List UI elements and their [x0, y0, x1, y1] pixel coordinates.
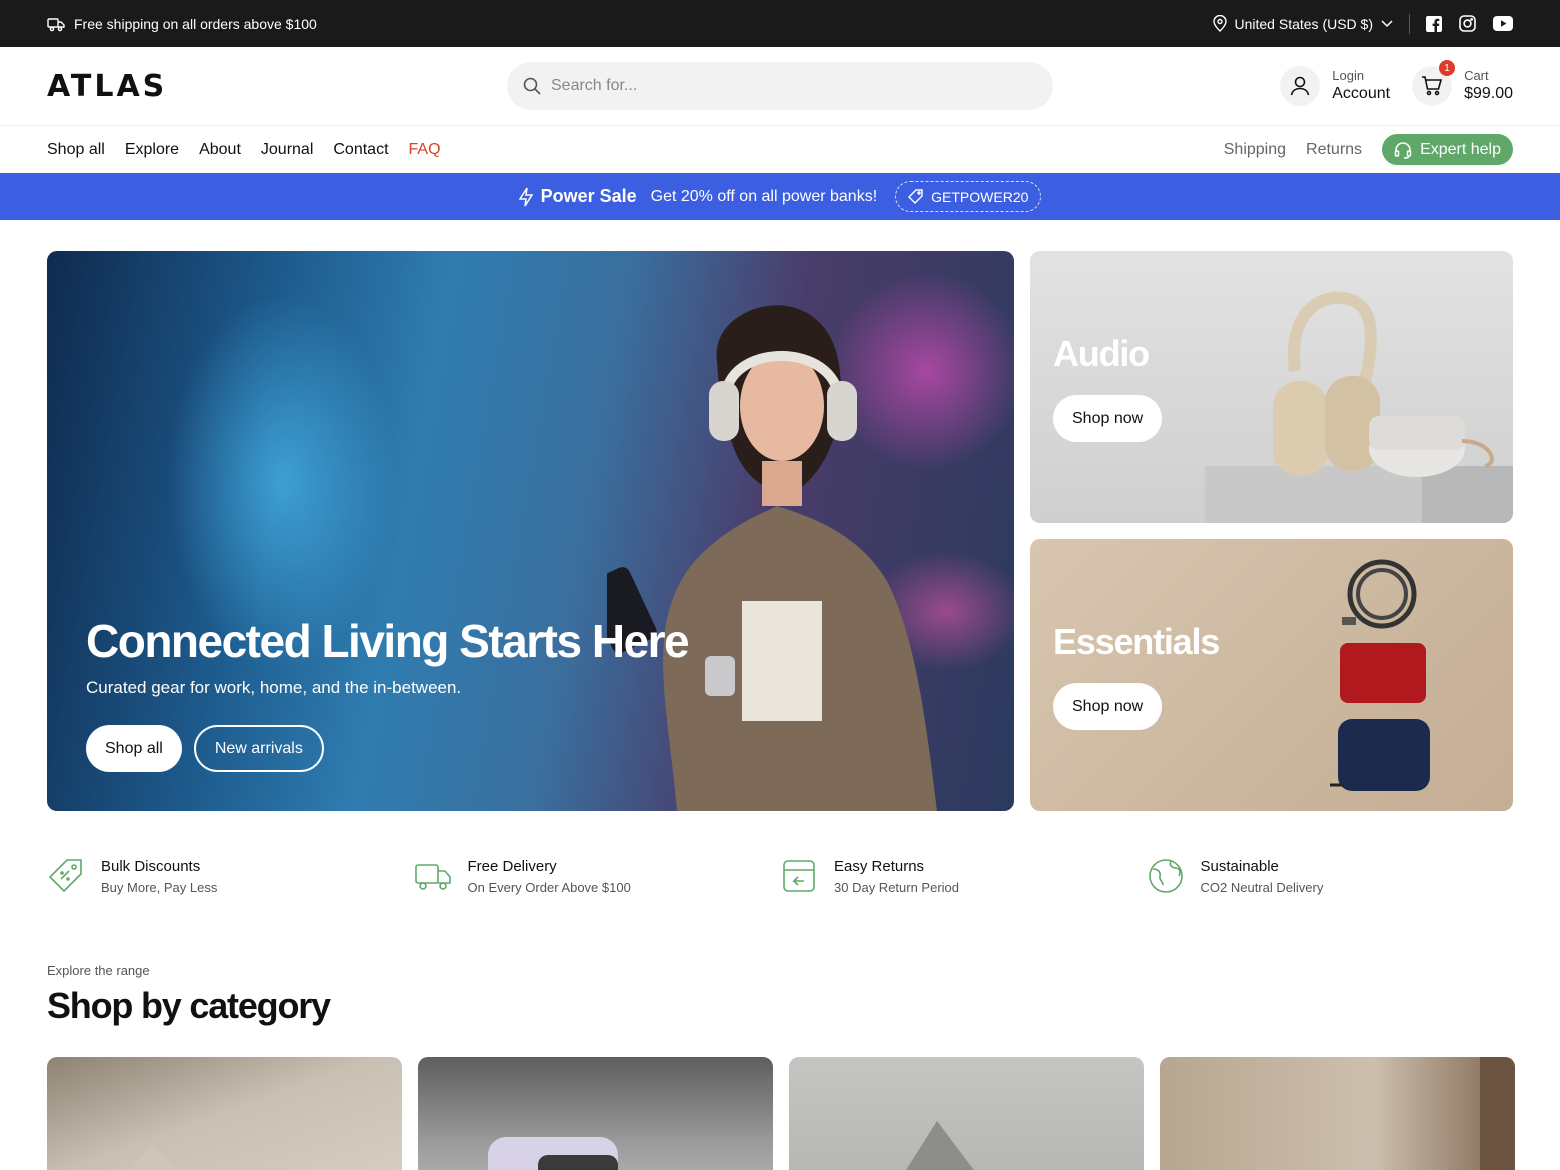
audio-title: Audio — [1053, 333, 1150, 374]
announcement-bar: Free shipping on all orders above $100 U… — [0, 0, 1560, 47]
tag-icon — [47, 857, 85, 895]
shipping-notice: Free shipping on all orders above $100 — [47, 16, 317, 32]
cart-icon: 1 — [1412, 60, 1456, 106]
main-nav: Shop all Explore About Journal Contact F… — [0, 126, 1560, 173]
section-eyebrow: Explore the range — [47, 963, 150, 978]
category-image — [1480, 1057, 1515, 1170]
globe-icon — [1147, 857, 1185, 895]
nav-journal[interactable]: Journal — [261, 141, 313, 159]
feature-free-delivery: Free Delivery On Every Order Above $100 — [414, 857, 781, 899]
category-card[interactable] — [789, 1057, 1144, 1170]
facebook-icon[interactable] — [1426, 15, 1442, 32]
audio-tile[interactable]: Audio Shop now — [1030, 251, 1513, 523]
essentials-shop-now-button[interactable]: Shop now — [1053, 683, 1163, 730]
category-card[interactable] — [47, 1057, 402, 1170]
logo[interactable]: ATLAS — [47, 69, 247, 104]
youtube-icon[interactable] — [1493, 16, 1513, 31]
category-card[interactable] — [418, 1057, 773, 1170]
feature-sub: CO2 Neutral Delivery — [1200, 880, 1324, 895]
audio-image — [1205, 291, 1513, 523]
account-small-label: Login — [1332, 68, 1365, 83]
feature-title: Easy Returns — [834, 858, 925, 875]
hero-title: Connected Living Starts Here — [86, 615, 690, 667]
coupon-code-text: GETPOWER20 — [931, 188, 1029, 205]
shipping-text: Free shipping on all orders above $100 — [74, 15, 317, 32]
feature-title: Free Delivery — [467, 858, 557, 875]
feature-bulk-discounts: Bulk Discounts Buy More, Pay Less — [47, 857, 414, 899]
nav-about[interactable]: About — [199, 141, 241, 159]
account-label: Account — [1332, 85, 1391, 102]
hero-subtitle: Curated gear for work, home, and the in-… — [86, 678, 462, 697]
essentials-tile[interactable]: Essentials Shop now — [1030, 539, 1513, 811]
region-selector[interactable]: United States (USD $) — [1212, 13, 1410, 34]
search-icon — [523, 77, 541, 95]
feature-title: Sustainable — [1200, 858, 1279, 875]
cart-total: $99.00 — [1464, 85, 1513, 102]
expert-help-button[interactable]: Expert help — [1382, 134, 1513, 165]
category-card[interactable] — [1160, 1057, 1515, 1170]
lightning-icon — [518, 187, 533, 207]
truck-icon — [414, 857, 452, 895]
section-title: Shop by category — [47, 985, 331, 1026]
coupon-code[interactable]: GETPOWER20 — [895, 181, 1042, 212]
feature-easy-returns: Easy Returns 30 Day Return Period — [780, 857, 1147, 899]
feature-sub: Buy More, Pay Less — [101, 880, 218, 895]
truck-icon — [47, 16, 65, 32]
hero-shop-all-button[interactable]: Shop all — [86, 725, 182, 772]
search-bar[interactable] — [507, 62, 1053, 110]
return-box-icon — [780, 857, 818, 895]
feature-sub: 30 Day Return Period — [834, 880, 960, 895]
cart-count-badge: 1 — [1439, 60, 1456, 76]
nav-contact[interactable]: Contact — [333, 141, 388, 159]
hero-image — [607, 305, 937, 811]
essentials-image — [1330, 559, 1430, 791]
essentials-title: Essentials — [1053, 621, 1220, 662]
instagram-icon[interactable] — [1459, 15, 1476, 32]
nav-explore[interactable]: Explore — [125, 141, 179, 159]
location-pin-icon — [1212, 15, 1227, 32]
audio-shop-now-button[interactable]: Shop now — [1053, 395, 1163, 442]
tag-icon — [908, 189, 923, 204]
feature-sustainable: Sustainable CO2 Neutral Delivery — [1147, 857, 1514, 899]
category-image — [130, 1145, 179, 1170]
user-icon — [1280, 66, 1321, 106]
site-header: ATLAS Login Account 1 Cart $99.00 — [0, 47, 1560, 126]
nav-faq[interactable]: FAQ — [409, 141, 441, 159]
category-image — [906, 1121, 974, 1170]
promo-title: Power Sale — [540, 186, 637, 206]
feature-strip: Bulk Discounts Buy More, Pay Less Free D… — [47, 857, 1513, 899]
headset-icon — [1394, 141, 1412, 159]
account-link[interactable]: Login Account — [1280, 66, 1390, 106]
expert-help-label: Expert help — [1420, 140, 1501, 158]
feature-sub: On Every Order Above $100 — [467, 880, 631, 895]
promo-text: Get 20% off on all power banks! — [650, 187, 878, 205]
feature-title: Bulk Discounts — [101, 858, 201, 875]
category-grid — [47, 1057, 1515, 1170]
nav-shipping[interactable]: Shipping — [1224, 141, 1286, 159]
chevron-down-icon — [1381, 19, 1393, 28]
category-image — [488, 1137, 618, 1170]
hero-banner[interactable]: Connected Living Starts Here Curated gea… — [47, 251, 1014, 811]
nav-shop-all[interactable]: Shop all — [47, 141, 105, 159]
cart-link[interactable]: 1 Cart $99.00 — [1412, 60, 1513, 106]
hero-new-arrivals-button[interactable]: New arrivals — [193, 725, 324, 772]
region-label: United States (USD $) — [1234, 15, 1374, 32]
nav-returns[interactable]: Returns — [1306, 141, 1362, 159]
search-input[interactable] — [551, 77, 1011, 95]
cart-small-label: Cart — [1464, 68, 1489, 83]
promo-banner: Power Sale Get 20% off on all power bank… — [0, 173, 1560, 220]
